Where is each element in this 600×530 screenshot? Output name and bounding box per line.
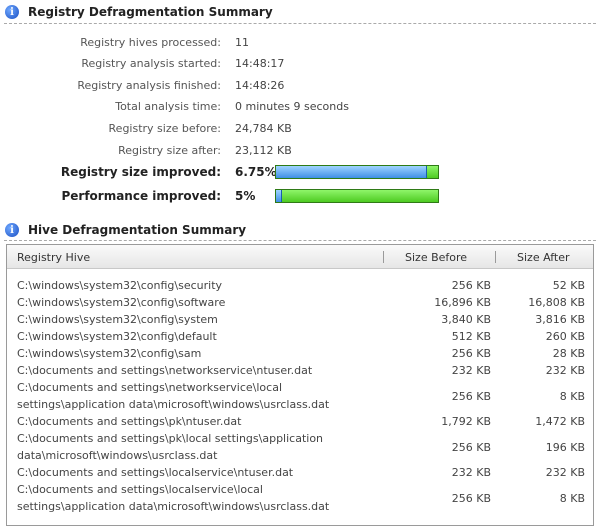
hive-path: C:\windows\system32\config\software <box>17 296 226 309</box>
size-before: 512 KB <box>451 330 491 343</box>
size-improved-bar-fill <box>276 166 427 178</box>
divider <box>4 240 596 241</box>
size-before: 1,792 KB <box>441 415 491 428</box>
size-after: 28 KB <box>552 347 585 360</box>
size-before: 256 KB <box>451 440 491 454</box>
size-after: 16,808 KB <box>528 296 585 309</box>
size-after: 260 KB <box>545 330 585 343</box>
size-after: 3,816 KB <box>535 313 585 326</box>
table-row[interactable]: C:\documents and settings\networkservice… <box>7 362 593 379</box>
column-separator[interactable] <box>383 251 384 263</box>
hive-path: C:\documents and settings\pk\ntuser.dat <box>17 415 242 428</box>
size-before: 16,896 KB <box>434 296 491 309</box>
summary-label: Registry size improved: <box>60 165 221 179</box>
hive-table[interactable]: Registry Hive Size Before Size After C:\… <box>6 244 594 526</box>
table-row[interactable]: C:\documents and settings\localservice\n… <box>7 464 593 481</box>
summary-label: Registry analysis finished: <box>77 78 221 92</box>
hive-path: C:\documents and settings\networkservice… <box>17 364 313 377</box>
hive-summary-title: Hive Defragmentation Summary <box>28 223 247 237</box>
hive-path: C:\windows\system32\config\security <box>17 279 223 292</box>
summary-value: 23,112 KB <box>235 143 292 157</box>
column-separator[interactable] <box>495 251 496 263</box>
info-icon: i <box>5 5 19 19</box>
summary-value: 14:48:26 <box>235 78 285 92</box>
table-row[interactable]: C:\windows\system32\config\system 3,840 … <box>7 311 593 328</box>
summary-label: Registry hives processed: <box>80 35 221 49</box>
size-before: 256 KB <box>451 491 491 505</box>
column-header-size-after[interactable]: Size After <box>517 251 570 264</box>
size-after: 52 KB <box>552 279 585 292</box>
performance-improved-value: 5% <box>235 189 256 203</box>
hive-path: C:\windows\system32\config\sam <box>17 347 202 360</box>
size-before: 256 KB <box>451 347 491 360</box>
size-before: 256 KB <box>451 279 491 292</box>
size-before: 232 KB <box>451 364 491 377</box>
hive-path: C:\documents and settings\pk\local setti… <box>17 432 324 462</box>
summary-label: Registry size after: <box>118 143 221 157</box>
size-before: 3,840 KB <box>441 313 491 326</box>
size-after: 8 KB <box>559 491 585 505</box>
table-row[interactable]: C:\documents and settings\pk\ntuser.dat … <box>7 413 593 430</box>
summary-row-performance-improved: Performance improved: 5% <box>0 186 600 206</box>
hive-path: C:\documents and settings\networkservice… <box>17 381 330 411</box>
table-row[interactable]: C:\documents and settings\localservice\l… <box>7 481 593 515</box>
summary-label: Performance improved: <box>61 189 221 203</box>
defrag-summary-title: Registry Defragmentation Summary <box>28 5 273 19</box>
table-row[interactable]: C:\documents and settings\pk\local setti… <box>7 430 593 464</box>
summary-label: Registry analysis started: <box>81 56 221 70</box>
size-after: 196 KB <box>545 440 585 454</box>
summary-row-size-after: Registry size after: 23,112 KB <box>0 140 600 160</box>
summary-value: 11 <box>235 35 249 49</box>
summary-row-hives: Registry hives processed: 11 <box>0 32 600 52</box>
defrag-summary-header: i Registry Defragmentation Summary <box>0 2 600 22</box>
table-row[interactable]: C:\windows\system32\config\default 512 K… <box>7 328 593 345</box>
size-after: 232 KB <box>545 466 585 479</box>
column-header-hive[interactable]: Registry Hive <box>17 251 90 264</box>
hive-path: C:\windows\system32\config\system <box>17 313 218 326</box>
size-before: 232 KB <box>451 466 491 479</box>
summary-value: 24,784 KB <box>235 121 292 135</box>
hive-path: C:\documents and settings\localservice\l… <box>17 483 330 513</box>
size-improved-value: 6.75% <box>235 165 277 179</box>
table-row[interactable]: C:\windows\system32\config\sam 256 KB 28… <box>7 345 593 362</box>
hive-path: C:\documents and settings\localservice\n… <box>17 466 294 479</box>
hive-path: C:\windows\system32\config\default <box>17 330 217 343</box>
performance-improved-bar-fill <box>276 190 283 202</box>
summary-row-size-improved: Registry size improved: 6.75% <box>0 162 600 182</box>
divider <box>4 23 596 24</box>
hive-summary-header: i Hive Defragmentation Summary <box>0 220 600 240</box>
table-row[interactable]: C:\windows\system32\config\security 256 … <box>7 277 593 294</box>
table-row[interactable]: C:\windows\system32\config\software 16,8… <box>7 294 593 311</box>
size-after: 1,472 KB <box>535 415 585 428</box>
column-header-size-before[interactable]: Size Before <box>405 251 467 264</box>
size-after: 232 KB <box>545 364 585 377</box>
performance-improved-bar <box>275 189 439 203</box>
summary-value: 14:48:17 <box>235 56 285 70</box>
summary-row-started: Registry analysis started: 14:48:17 <box>0 53 600 73</box>
summary-row-total-time: Total analysis time: 0 minutes 9 seconds <box>0 96 600 116</box>
size-improved-bar <box>275 165 439 179</box>
info-icon: i <box>5 223 19 237</box>
summary-row-size-before: Registry size before: 24,784 KB <box>0 118 600 138</box>
table-row[interactable]: C:\documents and settings\networkservice… <box>7 379 593 413</box>
table-header: Registry Hive Size Before Size After <box>7 245 593 269</box>
summary-value: 0 minutes 9 seconds <box>235 99 349 113</box>
size-after: 8 KB <box>559 389 585 403</box>
summary-row-finished: Registry analysis finished: 14:48:26 <box>0 75 600 95</box>
size-before: 256 KB <box>451 389 491 403</box>
summary-label: Registry size before: <box>108 121 221 135</box>
summary-label: Total analysis time: <box>115 99 221 113</box>
